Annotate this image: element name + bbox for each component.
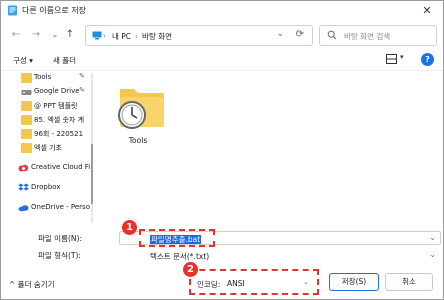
highlight-box-filename	[139, 229, 215, 247]
pin-icon: ✎	[79, 86, 85, 94]
folder-icon	[21, 115, 32, 125]
filetype-value: 텍스트 문서(*.txt)	[150, 252, 210, 261]
help-icon[interactable]: ?	[421, 53, 434, 66]
folder-icon	[21, 143, 32, 153]
file-list: Tools	[94, 71, 443, 225]
organize-menu-button[interactable]: 구성 ▾	[13, 55, 33, 66]
nav-item-dropbox[interactable]: Dropbox	[1, 181, 93, 195]
refresh-icon[interactable]: ⟳	[296, 29, 304, 40]
title-bar: 다른 이름으로 저장 ✕	[1, 1, 443, 21]
folder-icon	[21, 101, 32, 111]
dialog-footer: ^ 폴더 숨기기 인코딩: ANSI ⌄ 저장(S) 취소	[1, 263, 443, 299]
address-separator: ›	[103, 31, 106, 40]
filename-label: 파일 이름(N):	[38, 234, 82, 243]
save-fields: 파일 이름(N): 파일명추출.bat ⌄ 파일 형식(T): 텍스트 문서(*…	[1, 225, 443, 263]
search-placeholder: 바탕 화면 검색	[344, 32, 391, 41]
breadcrumb-desktop[interactable]: 바탕 화면	[142, 32, 172, 41]
search-input[interactable]: 바탕 화면 검색	[319, 25, 437, 46]
onedrive-icon	[18, 205, 29, 212]
nav-scrollbar-thumb[interactable]	[91, 144, 93, 204]
chevron-down-icon[interactable]: ⌄	[429, 233, 436, 242]
nav-item-96[interactable]: 96회 - 220521	[1, 127, 93, 141]
save-button[interactable]: 저장(S)	[329, 273, 379, 291]
nav-item-ppt-template[interactable]: @ PPT 템플릿	[1, 99, 93, 113]
folder-with-clock-icon	[118, 89, 164, 129]
encoding-label: 인코딩:	[197, 280, 221, 289]
breadcrumb-this-pc[interactable]: 내 PC	[112, 32, 131, 41]
annotation-badge-1: 1	[122, 220, 137, 235]
filetype-select[interactable]: 텍스트 문서(*.txt) ⌄	[119, 248, 441, 262]
nav-item-creative-cloud[interactable]: Creative Cloud Fi	[1, 161, 93, 175]
search-icon	[327, 30, 337, 40]
address-bar[interactable]: › 내 PC › 바탕 화면 ⌄ ⟳	[85, 25, 313, 46]
cancel-button[interactable]: 취소	[385, 273, 433, 291]
save-as-dialog: 다른 이름으로 저장 ✕ ← → ⌄ ↑ › 내 PC › 바탕 화면 ⌄ ⟳ 바탕	[0, 0, 444, 300]
window-title: 다른 이름으로 저장	[22, 6, 86, 15]
new-folder-button[interactable]: 새 폴더	[53, 55, 76, 66]
encoding-select[interactable]: 인코딩: ANSI ⌄	[189, 269, 319, 295]
recent-chevron-icon[interactable]: ⌄	[48, 28, 62, 42]
hide-folders-button[interactable]: ^ 폴더 숨기기	[9, 279, 55, 290]
google-drive-icon	[21, 90, 32, 95]
chevron-down-icon[interactable]: ⌄	[429, 250, 436, 259]
view-options-icon[interactable]	[386, 54, 397, 64]
pc-icon	[92, 31, 102, 40]
close-button[interactable]: ✕	[419, 3, 435, 19]
navigation-pane: Tools ✎ Google Drive ✎ @ PPT 템플릿 85. 엑셀 …	[1, 71, 93, 225]
annotation-badge-2: 2	[183, 262, 198, 277]
nav-item-excel-numbers[interactable]: 85. 엑셀 숫자 계	[1, 113, 93, 127]
dropbox-icon	[18, 183, 29, 191]
view-dropdown-icon[interactable]: ▾	[400, 53, 404, 61]
creative-cloud-icon	[18, 164, 29, 172]
filetype-label: 파일 형식(T):	[38, 251, 81, 260]
folder-icon	[21, 129, 32, 139]
nav-item-google-drive[interactable]: Google Drive ✎	[1, 85, 93, 99]
forward-arrow-icon[interactable]: →	[29, 28, 43, 42]
chevron-down-icon: ⌄	[303, 278, 309, 286]
nav-item-onedrive[interactable]: OneDrive - Perso	[1, 201, 93, 215]
file-item-tools[interactable]: Tools	[107, 79, 169, 149]
address-separator: ›	[135, 32, 139, 41]
nav-item-tools[interactable]: Tools ✎	[1, 71, 93, 85]
pin-icon: ✎	[79, 72, 85, 80]
address-dropdown-icon[interactable]: ⌄	[276, 29, 284, 39]
encoding-value: ANSI	[227, 279, 245, 288]
command-bar: 구성 ▾ 새 폴더 ▾ ?	[1, 49, 443, 71]
file-name: Tools	[128, 136, 148, 145]
navigation-bar: ← → ⌄ ↑ › 내 PC › 바탕 화면 ⌄ ⟳ 바탕 화면 검색	[1, 23, 443, 47]
up-arrow-icon[interactable]: ↑	[63, 28, 77, 42]
back-arrow-icon[interactable]: ←	[9, 28, 23, 42]
nav-item-excel-basics[interactable]: 엑셀 기초	[1, 141, 93, 155]
notepad-icon	[8, 5, 17, 16]
folder-icon	[21, 73, 32, 83]
